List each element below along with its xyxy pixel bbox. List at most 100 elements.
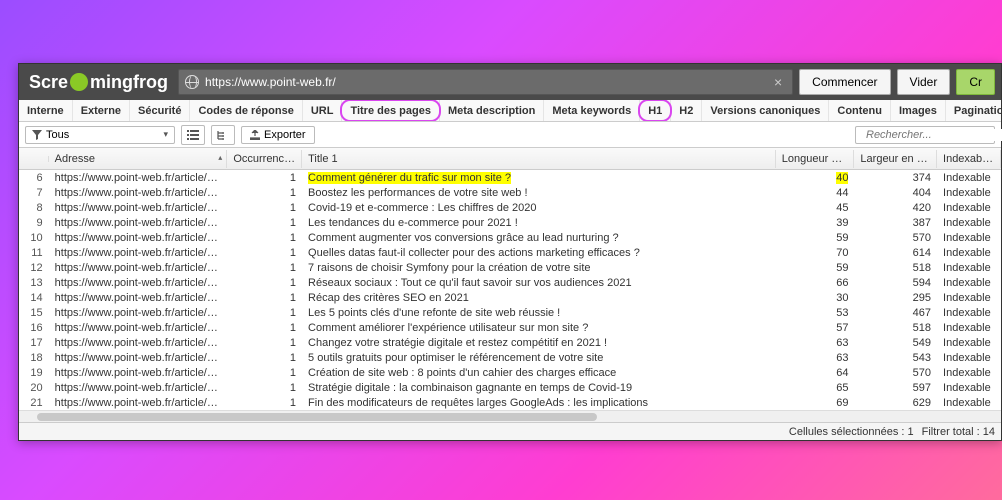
cell-title: Récap des critères SEO en 2021 (302, 292, 776, 304)
tree-view-button[interactable] (211, 125, 235, 145)
tab-titre-des-pages[interactable]: Titre des pages (342, 100, 440, 121)
start-button[interactable]: Commencer (799, 69, 890, 95)
col-title1[interactable]: Title 1 (302, 150, 776, 168)
tab-meta-description[interactable]: Meta description (440, 100, 544, 121)
cell-rownum: 20 (19, 382, 49, 394)
col-occurrences[interactable]: Occurrences (227, 150, 302, 168)
cell-occurrences: 1 (227, 352, 302, 364)
export-label: Exporter (264, 129, 306, 141)
tab-images[interactable]: Images (891, 100, 946, 121)
tab-externe[interactable]: Externe (73, 100, 130, 121)
table-row[interactable]: 9https://www.point-web.fr/article/show/.… (19, 215, 1001, 230)
col-address[interactable]: Adresse▴ (49, 150, 228, 168)
url-bar[interactable]: × (178, 69, 793, 95)
cell-indexability: Indexable (937, 202, 1001, 214)
table-row[interactable]: 21https://www.point-web.fr/article/show/… (19, 395, 1001, 410)
cell-occurrences: 1 (227, 172, 302, 184)
table-row[interactable]: 16https://www.point-web.fr/article/show/… (19, 320, 1001, 335)
cell-title: Création de site web : 8 points d'un cah… (302, 367, 776, 379)
table-row[interactable]: 18https://www.point-web.fr/article/show/… (19, 350, 1001, 365)
cell-pixel-width: 614 (854, 247, 937, 259)
tab-h2[interactable]: H2 (671, 100, 702, 121)
cell-title: Comment améliorer l'expérience utilisate… (302, 322, 776, 334)
clear-button[interactable]: Vider (897, 69, 951, 95)
cell-pixel-width: 518 (854, 322, 937, 334)
cell-occurrences: 1 (227, 202, 302, 214)
tab-meta-keywords[interactable]: Meta keywords (544, 100, 640, 121)
cell-pixel-width: 387 (854, 217, 937, 229)
cell-length: 66 (776, 277, 855, 289)
table-row[interactable]: 7https://www.point-web.fr/article/show/.… (19, 185, 1001, 200)
tab-interne[interactable]: Interne (19, 100, 73, 121)
cell-occurrences: 1 (227, 292, 302, 304)
url-input[interactable] (205, 75, 770, 89)
cell-occurrences: 1 (227, 247, 302, 259)
cell-rownum: 18 (19, 352, 49, 364)
table-row[interactable]: 6https://www.point-web.fr/article/show/.… (19, 170, 1001, 185)
export-button[interactable]: Exporter (241, 126, 315, 144)
table-row[interactable]: 15https://www.point-web.fr/article/show/… (19, 305, 1001, 320)
tab-h1[interactable]: H1 (640, 100, 671, 121)
cell-address: https://www.point-web.fr/article/show/..… (49, 262, 228, 274)
status-selected: Cellules sélectionnées : 1 (789, 426, 914, 438)
tab-contenu[interactable]: Contenu (829, 100, 891, 121)
cell-occurrences: 1 (227, 232, 302, 244)
cell-occurrences: 1 (227, 397, 302, 409)
app-logo: Scremingfrog (25, 72, 172, 93)
cell-title: Comment générer du trafic sur mon site ? (302, 172, 776, 184)
cell-address: https://www.point-web.fr/article/show/..… (49, 352, 228, 364)
cell-address: https://www.point-web.fr/article/show/..… (49, 337, 228, 349)
table-row[interactable]: 12https://www.point-web.fr/article/show/… (19, 260, 1001, 275)
cell-indexability: Indexable (937, 322, 1001, 334)
export-icon (250, 130, 260, 140)
tab-bar: InterneExterneSécuritéCodes de réponseUR… (19, 100, 1001, 122)
table-row[interactable]: 11https://www.point-web.fr/article/show/… (19, 245, 1001, 260)
table-row[interactable]: 17https://www.point-web.fr/article/show/… (19, 335, 1001, 350)
cell-indexability: Indexable (937, 187, 1001, 199)
tab-pagination[interactable]: Pagination (946, 100, 1001, 121)
horizontal-scrollbar[interactable] (19, 410, 1001, 422)
table-row[interactable]: 8https://www.point-web.fr/article/show/.… (19, 200, 1001, 215)
cr-button[interactable]: Cr (956, 69, 995, 95)
top-bar: Scremingfrog × Commencer Vider Cr (19, 64, 1001, 100)
search-box[interactable] (855, 126, 995, 144)
clear-url-icon[interactable]: × (770, 74, 786, 90)
table-row[interactable]: 13https://www.point-web.fr/article/show/… (19, 275, 1001, 290)
list-view-button[interactable] (181, 125, 205, 145)
cell-title: Comment augmenter vos conversions grâce … (302, 232, 776, 244)
cell-indexability: Indexable (937, 262, 1001, 274)
logo-text-post: mingfrog (90, 72, 168, 93)
cell-rownum: 13 (19, 277, 49, 289)
table-row[interactable]: 20https://www.point-web.fr/article/show/… (19, 380, 1001, 395)
cell-pixel-width: 629 (854, 397, 937, 409)
cell-address: https://www.point-web.fr/article/show/..… (49, 397, 228, 409)
tab-codes-de-réponse[interactable]: Codes de réponse (190, 100, 302, 121)
col-title-length[interactable]: Longueur du Tit... (776, 150, 855, 168)
cell-occurrences: 1 (227, 382, 302, 394)
search-input[interactable] (866, 129, 1002, 141)
cell-address: https://www.point-web.fr/article/show/..… (49, 172, 228, 184)
filter-dropdown[interactable]: Tous (25, 126, 175, 144)
table-row[interactable]: 14https://www.point-web.fr/article/show/… (19, 290, 1001, 305)
cell-length: 39 (776, 217, 855, 229)
cell-title: Stratégie digitale : la combinaison gagn… (302, 382, 776, 394)
table-row[interactable]: 10https://www.point-web.fr/article/show/… (19, 230, 1001, 245)
col-rownum[interactable] (19, 156, 49, 162)
cell-rownum: 17 (19, 337, 49, 349)
cell-indexability: Indexable (937, 307, 1001, 319)
cell-rownum: 16 (19, 322, 49, 334)
cell-title: Réseaux sociaux : Tout ce qu'il faut sav… (302, 277, 776, 289)
funnel-icon (32, 130, 42, 140)
table-row[interactable]: 19https://www.point-web.fr/article/show/… (19, 365, 1001, 380)
col-pixel-width[interactable]: Largeur en pixels ... (854, 150, 937, 168)
cell-occurrences: 1 (227, 322, 302, 334)
cell-rownum: 14 (19, 292, 49, 304)
col-indexability[interactable]: Indexabilité (937, 150, 1001, 168)
tab-url[interactable]: URL (303, 100, 343, 121)
cell-rownum: 21 (19, 397, 49, 409)
tab-versions-canoniques[interactable]: Versions canoniques (702, 100, 829, 121)
cell-title: Changez votre stratégie digitale et rest… (302, 337, 776, 349)
cell-address: https://www.point-web.fr/article/show/..… (49, 187, 228, 199)
cell-pixel-width: 594 (854, 277, 937, 289)
tab-sécurité[interactable]: Sécurité (130, 100, 190, 121)
